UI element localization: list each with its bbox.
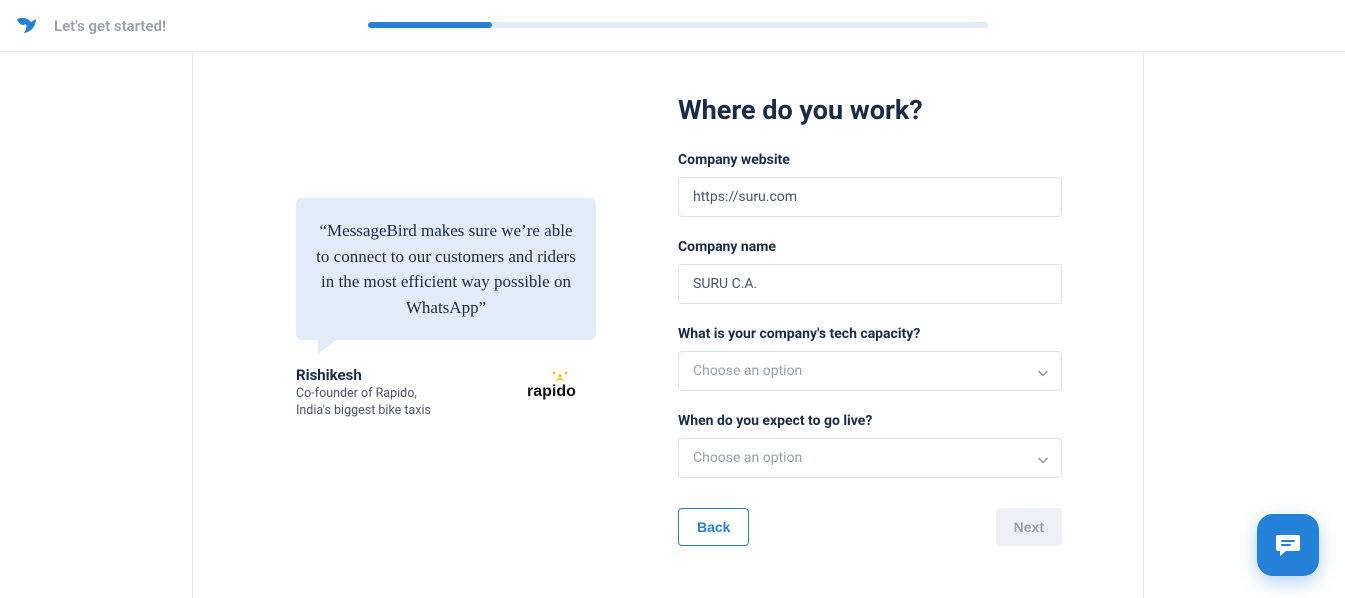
top-bar: Let's get started! [0,0,1345,52]
company-website-input[interactable] [678,177,1062,217]
onboarding-form: Where do you work? Company website Compa… [678,94,1062,546]
rapido-wordmark: rapido [527,383,576,400]
back-button[interactable]: Back [678,508,749,546]
testimonial: “MessageBird makes sure we’re able to co… [296,198,596,420]
divider-right [1143,52,1144,598]
header-tagline: Let's get started! [54,17,166,35]
progress-fill [368,22,492,28]
field-company-website: Company website [678,152,1062,217]
company-name-input[interactable] [678,264,1062,304]
testimonial-author: Rishikesh Co-founder of Rapido, India's … [296,366,596,420]
author-brand-logo: rapido [524,366,596,400]
tech-capacity-select[interactable]: Choose an option [678,351,1062,391]
testimonial-quote: “MessageBird makes sure we’re able to co… [316,221,576,317]
bubble-tail [318,340,336,354]
field-go-live: When do you expect to go live? Choose an… [678,413,1062,478]
next-button[interactable]: Next [996,508,1062,546]
author-role: Co-founder of Rapido, India's biggest bi… [296,386,431,420]
company-website-label: Company website [678,152,1062,168]
go-live-select[interactable]: Choose an option [678,438,1062,478]
rapido-logo-icon: rapido [524,366,596,400]
testimonial-bubble: “MessageBird makes sure we’re able to co… [296,198,596,340]
field-tech-capacity: What is your company's tech capacity? Ch… [678,326,1062,391]
field-company-name: Company name [678,239,1062,304]
author-info: Rishikesh Co-founder of Rapido, India's … [296,366,431,420]
author-name: Rishikesh [296,366,431,384]
tech-capacity-label: What is your company's tech capacity? [678,326,1062,342]
chat-icon [1273,530,1303,560]
go-live-label: When do you expect to go live? [678,413,1062,429]
divider-left [192,52,193,598]
chat-widget-button[interactable] [1257,514,1319,576]
tech-capacity-placeholder: Choose an option [693,363,802,379]
go-live-placeholder: Choose an option [693,450,802,466]
brand-logo [14,13,40,39]
form-heading: Where do you work? [678,94,1062,126]
company-name-label: Company name [678,239,1062,255]
form-actions: Back Next [678,508,1062,546]
main-content: “MessageBird makes sure we’re able to co… [0,52,1345,598]
bird-icon [14,13,40,39]
progress-bar [368,22,988,28]
